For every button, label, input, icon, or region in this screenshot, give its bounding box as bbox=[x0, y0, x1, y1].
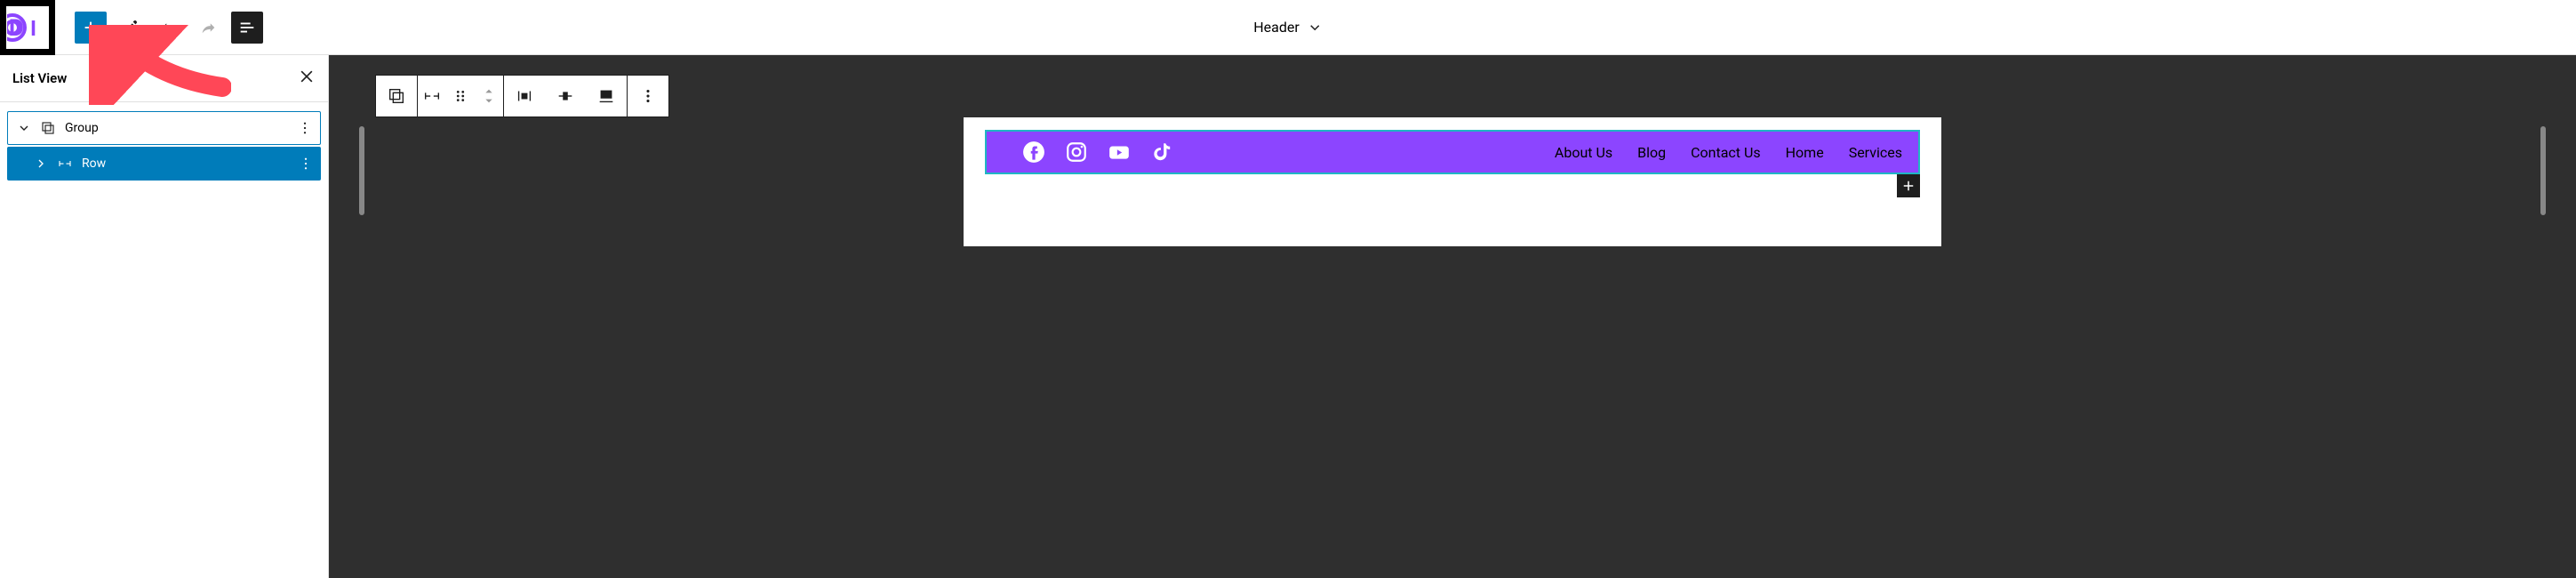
width-align-button[interactable] bbox=[586, 76, 627, 116]
header-row-block[interactable]: About Us Blog Contact Us Home Services bbox=[985, 130, 1920, 174]
align-icon bbox=[596, 86, 616, 106]
header-nav: About Us Blog Contact Us Home Services bbox=[1555, 144, 1902, 161]
canvas-scrollbar[interactable] bbox=[359, 126, 364, 215]
drag-handle[interactable] bbox=[446, 76, 475, 116]
move-vertical-icon bbox=[479, 86, 499, 106]
sidebar-title: List View bbox=[12, 70, 67, 86]
justify-button[interactable] bbox=[504, 76, 545, 116]
redo-button[interactable] bbox=[192, 12, 224, 44]
tiktok-icon[interactable] bbox=[1150, 140, 1173, 164]
tree-item-label: Group bbox=[65, 121, 288, 135]
tree-item-more-button[interactable] bbox=[297, 120, 313, 136]
group-icon bbox=[40, 120, 56, 136]
facebook-icon[interactable] bbox=[1022, 140, 1045, 164]
vertical-align-button[interactable] bbox=[545, 76, 586, 116]
justify-icon bbox=[515, 86, 534, 106]
more-vertical-icon bbox=[638, 86, 658, 106]
top-toolbar: DI Header bbox=[0, 0, 2576, 55]
append-block-button[interactable] bbox=[1897, 174, 1920, 197]
nav-link[interactable]: Services bbox=[1849, 144, 1902, 161]
chevron-down-icon bbox=[1307, 20, 1323, 36]
tree-item-label: Row bbox=[82, 157, 289, 171]
canvas-scrollbar[interactable] bbox=[2540, 126, 2546, 215]
plus-icon bbox=[1900, 178, 1916, 194]
block-more-button[interactable] bbox=[628, 76, 668, 116]
group-icon bbox=[387, 86, 406, 106]
youtube-icon[interactable] bbox=[1108, 140, 1131, 164]
block-type-button[interactable] bbox=[376, 76, 417, 116]
undo-button[interactable] bbox=[153, 12, 185, 44]
nav-link[interactable]: Blog bbox=[1637, 144, 1666, 161]
undo-icon bbox=[159, 18, 179, 37]
move-up-down-button[interactable] bbox=[475, 76, 503, 116]
nav-link[interactable]: About Us bbox=[1555, 144, 1612, 161]
list-view-button[interactable] bbox=[231, 12, 263, 44]
site-logo-button[interactable]: DI bbox=[0, 0, 55, 55]
list-view-icon bbox=[237, 18, 257, 37]
social-icons-block bbox=[1022, 140, 1173, 164]
chevron-right-icon[interactable] bbox=[34, 156, 48, 172]
add-block-button[interactable] bbox=[75, 12, 107, 44]
valign-icon bbox=[556, 86, 575, 106]
redo-icon bbox=[198, 18, 218, 37]
plus-icon bbox=[81, 18, 100, 37]
tree-item-more-button[interactable] bbox=[298, 156, 314, 172]
pencil-icon bbox=[120, 18, 140, 37]
chevron-down-icon[interactable] bbox=[17, 120, 31, 136]
edit-tool-button[interactable] bbox=[114, 12, 146, 44]
close-sidebar-button[interactable] bbox=[298, 68, 316, 89]
editor-canvas: About Us Blog Contact Us Home Services bbox=[329, 55, 2576, 578]
document-title-dropdown[interactable]: Header bbox=[1253, 19, 1323, 36]
nav-link[interactable]: Home bbox=[1786, 144, 1824, 161]
nav-link[interactable]: Contact Us bbox=[1691, 144, 1761, 161]
tree-item-group[interactable]: Group bbox=[7, 111, 321, 145]
instagram-icon[interactable] bbox=[1065, 140, 1088, 164]
document-title: Header bbox=[1253, 19, 1300, 36]
row-layout-button[interactable] bbox=[418, 76, 446, 116]
row-icon bbox=[57, 156, 73, 172]
tree-item-row[interactable]: Row bbox=[7, 147, 321, 181]
site-logo: DI bbox=[6, 6, 49, 49]
list-view-sidebar: List View Group Row bbox=[0, 55, 329, 578]
svg-text:I: I bbox=[30, 16, 36, 41]
drag-icon bbox=[451, 86, 470, 106]
header-template-frame[interactable]: About Us Blog Contact Us Home Services bbox=[964, 117, 1941, 246]
block-toolbar bbox=[375, 75, 669, 117]
close-icon bbox=[298, 68, 316, 85]
row-icon bbox=[422, 86, 442, 106]
